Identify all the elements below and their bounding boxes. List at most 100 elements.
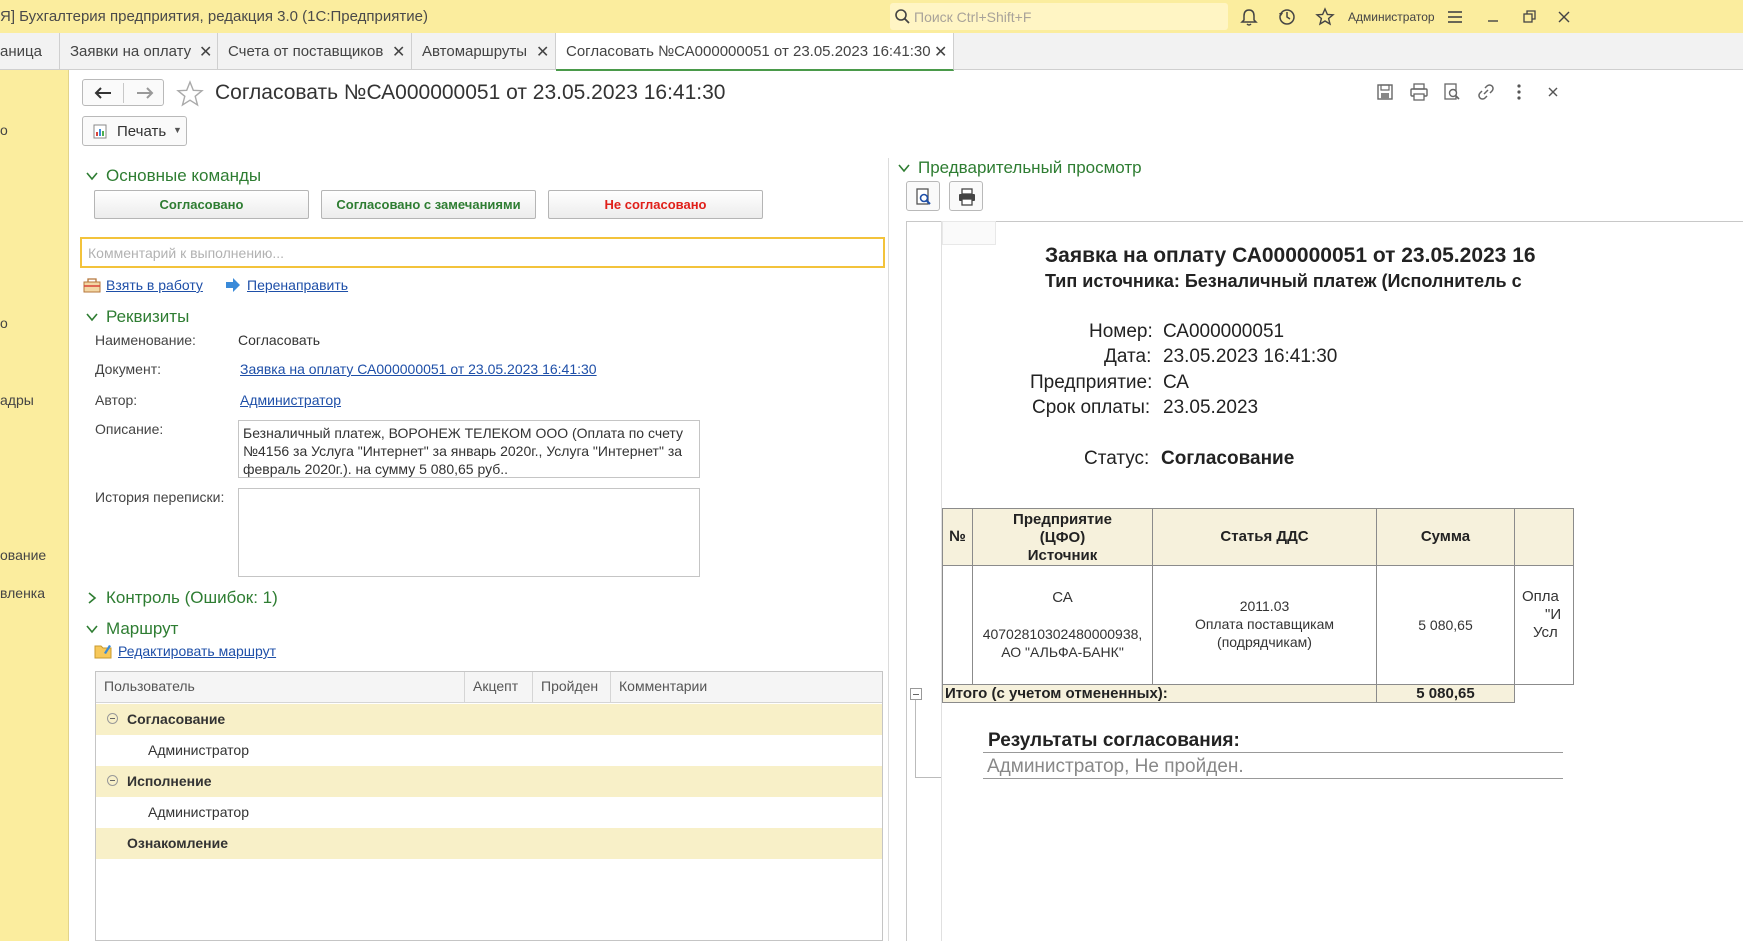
favorite-star-icon[interactable] [176,80,204,108]
report-col-company-line1: Предприятие [1013,511,1112,528]
edit-route-link[interactable]: Редактировать маршрут [118,643,276,659]
title-bar: Я] Бухгалтерия предприятия, редакция 3.0… [0,0,1743,33]
report-title: Заявка на оплату СА000000051 от 23.05.20… [1045,244,1536,267]
close-tab-icon[interactable]: ✕ [934,42,947,62]
column-user[interactable]: Пользователь [96,672,465,703]
section-item[interactable]: адры [0,392,34,408]
chevron-down-icon[interactable] [85,622,99,636]
section-preview[interactable]: Предварительный просмотр [918,158,1142,178]
forward-arrow-icon[interactable] [135,85,155,101]
save-icon[interactable] [1375,82,1395,102]
chevron-down-icon[interactable] [897,161,911,175]
section-control[interactable]: Контроль (Ошибок: 1) [106,588,278,608]
close-tab-icon[interactable]: ✕ [536,42,549,62]
column-accept[interactable]: Акцепт [465,672,533,703]
link-icon[interactable] [1476,82,1496,102]
print-icon [959,188,975,206]
more-actions-icon[interactable] [1509,82,1529,102]
close-tab-icon[interactable]: ✕ [392,42,405,62]
report-company-value: СА [1163,372,1189,393]
tab-start-page[interactable]: аница [0,33,60,70]
tab-payment-requests[interactable]: Заявки на оплату ✕ [60,33,218,70]
chevron-down-icon[interactable] [85,310,99,324]
preview-zoom-button[interactable] [906,181,940,211]
chevron-right-icon[interactable] [85,591,99,605]
section-main-commands[interactable]: Основные команды [106,166,261,186]
history-icon[interactable] [1277,7,1297,27]
close-window-icon[interactable] [1554,7,1574,27]
print-icon[interactable] [1409,82,1429,102]
route-user-row[interactable]: Администратор [96,797,882,828]
group-label: Согласование [127,711,226,727]
tab-auto-routes[interactable]: Автомаршруты ✕ [412,33,556,70]
results-title: Результаты согласования: [988,730,1240,751]
user-label: Администратор [148,804,250,820]
section-item[interactable]: ование [0,547,46,563]
print-button[interactable]: Печать ▼ [82,116,187,146]
report-col-company-line3: Источник [1027,547,1098,564]
collapse-group-icon[interactable] [910,688,922,700]
tab-label: аница [0,43,42,60]
tab-approve-document[interactable]: Согласовать №СА000000051 от 23.05.2023 1… [556,33,954,71]
collapse-icon[interactable] [107,775,118,786]
report-company-label: Предприятие: [1030,372,1153,393]
search-input[interactable]: Поиск Ctrl+Shift+F [890,3,1228,30]
report-due-label: Срок оплаты: [1032,397,1151,418]
collapse-icon[interactable] [107,713,118,724]
tab-supplier-invoices[interactable]: Счета от поставщиков ✕ [218,33,412,70]
report-account: 40702810302480000938, [982,626,1143,642]
close-form-icon[interactable] [1543,82,1563,102]
nav-separator [123,83,124,103]
tab-label: Согласовать №СА000000051 от 23.05.2023 1… [566,43,931,60]
section-route[interactable]: Маршрут [106,619,178,639]
user-name[interactable]: Администратор [1348,10,1435,24]
report-cell-article: 2011.03 Оплата поставщикам (подрядчикам) [1152,565,1377,685]
section-requisites[interactable]: Реквизиты [106,307,189,327]
chevron-down-icon[interactable] [85,169,99,183]
comment-input[interactable]: Комментарий к выполнению... [80,237,885,268]
author-label: Автор: [95,392,138,408]
section-item[interactable]: о [0,315,8,331]
preview-zoom-icon [916,188,931,205]
print-label: Печать [117,123,167,140]
section-item[interactable]: вленка [0,585,45,601]
description-field[interactable]: Безналичный платеж, ВОРОНЕЖ ТЕЛЕКОМ ООО … [238,420,700,478]
redirect-link[interactable]: Перенаправить [247,277,348,293]
close-tab-icon[interactable]: ✕ [199,42,212,62]
panel-divider[interactable] [888,158,889,941]
menu-icon[interactable] [1445,7,1465,27]
preview-icon[interactable] [1442,82,1462,102]
take-to-work-link[interactable]: Взять в работу [106,277,203,293]
document-link[interactable]: Заявка на оплату СА000000051 от 23.05.20… [240,361,597,377]
approved-with-remarks-button[interactable]: Согласовано с замечаниями [321,190,536,219]
history-field[interactable] [238,488,700,577]
approved-button[interactable]: Согласовано [94,190,309,219]
author-link[interactable]: Администратор [240,392,341,408]
route-group-row[interactable]: Исполнение [96,766,882,797]
report-bank: АО "АЛЬФА-БАНК" [1001,644,1124,660]
star-icon[interactable] [1315,7,1335,27]
results-line-bottom [983,778,1563,779]
report-status-value: Согласование [1161,448,1295,469]
report-extra-line2: "И [1545,606,1562,623]
section-item[interactable]: о [0,122,8,138]
report-extra-line1: Опла [1522,588,1559,605]
route-user-row[interactable]: Администратор [96,735,882,766]
not-approved-button[interactable]: Не согласовано [548,190,763,219]
route-group-row[interactable]: Согласование [96,704,882,735]
back-arrow-icon[interactable] [93,85,113,101]
column-comments[interactable]: Комментарии [611,672,882,703]
report-cell-num [942,565,973,685]
minimize-icon[interactable] [1483,7,1503,27]
bell-icon[interactable] [1239,7,1259,27]
route-table: Пользователь Акцепт Пройден Комментарии … [95,671,883,941]
restore-icon[interactable] [1519,7,1539,27]
route-group-row[interactable]: Ознакомление [96,828,882,859]
preview-corner-cell [942,221,996,245]
preview-print-button[interactable] [949,181,983,211]
column-passed[interactable]: Пройден [533,672,611,703]
report-status-label: Статус: [1084,448,1150,469]
folder-edit-icon [94,645,112,659]
report-date-label: Дата: [1104,346,1152,367]
name-label: Наименование: [95,332,196,348]
